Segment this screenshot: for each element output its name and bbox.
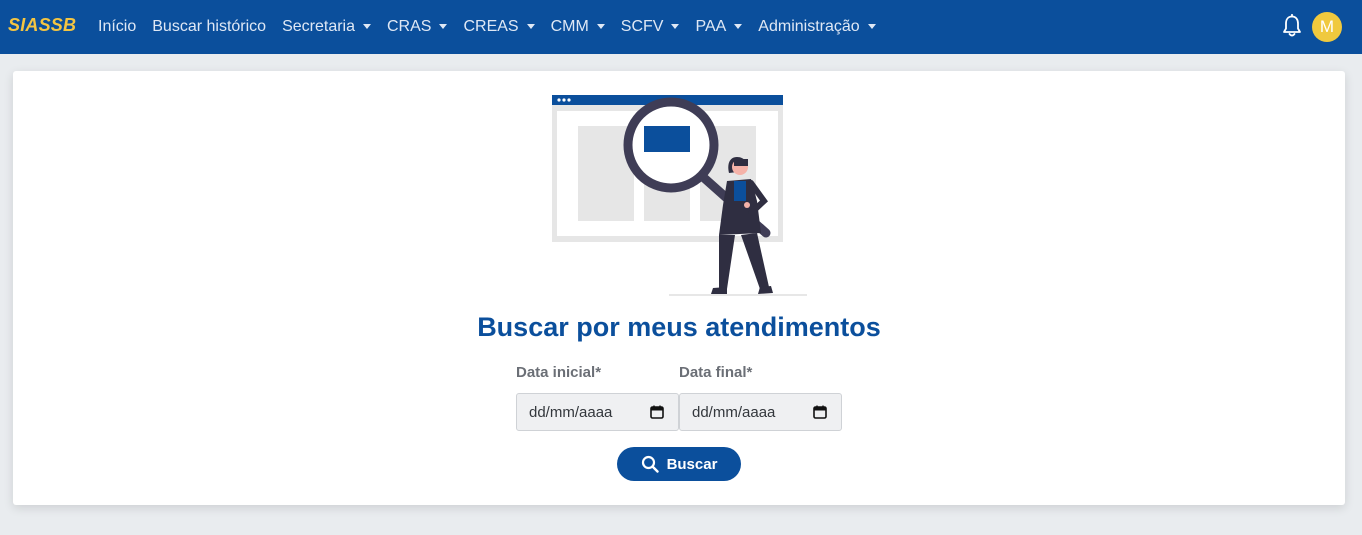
start-date-placeholder: dd/mm/aaaa xyxy=(529,403,613,421)
end-date-label: Data final* xyxy=(679,364,753,381)
end-date-input[interactable]: dd/mm/aaaa xyxy=(679,393,842,431)
caret-down-icon xyxy=(596,23,605,29)
top-navbar: SIASSB Início Buscar histórico Secretari… xyxy=(0,0,1362,54)
calendar-icon[interactable] xyxy=(813,405,827,419)
caret-down-icon xyxy=(439,23,448,29)
caret-down-icon xyxy=(363,23,371,29)
bell-icon[interactable] xyxy=(1281,14,1303,38)
search-button[interactable]: Buscar xyxy=(617,447,741,481)
caret-down-icon xyxy=(734,23,743,29)
start-date-label: Data inicial* xyxy=(516,364,602,381)
nav-item-cras[interactable]: CRAS xyxy=(379,18,455,36)
nav-item-creas[interactable]: CREAS xyxy=(455,18,542,36)
search-card: Buscar por meus atendimentos Data inicia… xyxy=(13,71,1345,505)
nav-item-administracao[interactable]: Administração xyxy=(750,18,883,36)
user-avatar[interactable]: M xyxy=(1312,12,1342,42)
end-date-placeholder: dd/mm/aaaa xyxy=(692,403,776,421)
nav-item-buscar-historico[interactable]: Buscar histórico xyxy=(144,18,274,36)
nav-item-scfv[interactable]: SCFV xyxy=(613,18,688,36)
nav-item-cmm[interactable]: CMM xyxy=(543,18,613,36)
caret-down-icon xyxy=(526,23,535,29)
search-icon xyxy=(641,455,659,473)
nav-item-secretaria[interactable]: Secretaria xyxy=(274,18,379,36)
calendar-icon[interactable] xyxy=(650,405,664,419)
page-title: Buscar por meus atendimentos xyxy=(477,312,881,342)
nav-item-inicio[interactable]: Início xyxy=(90,18,144,36)
caret-down-icon xyxy=(867,23,876,29)
nav-menu: Início Buscar histórico Secretaria CRAS … xyxy=(90,0,884,54)
start-date-input[interactable]: dd/mm/aaaa xyxy=(516,393,679,431)
nav-item-paa[interactable]: PAA xyxy=(687,18,750,36)
search-illustration xyxy=(552,95,807,296)
search-button-label: Buscar xyxy=(666,455,718,473)
caret-down-icon xyxy=(671,23,680,29)
brand-logo[interactable]: SIASSB xyxy=(8,15,76,36)
